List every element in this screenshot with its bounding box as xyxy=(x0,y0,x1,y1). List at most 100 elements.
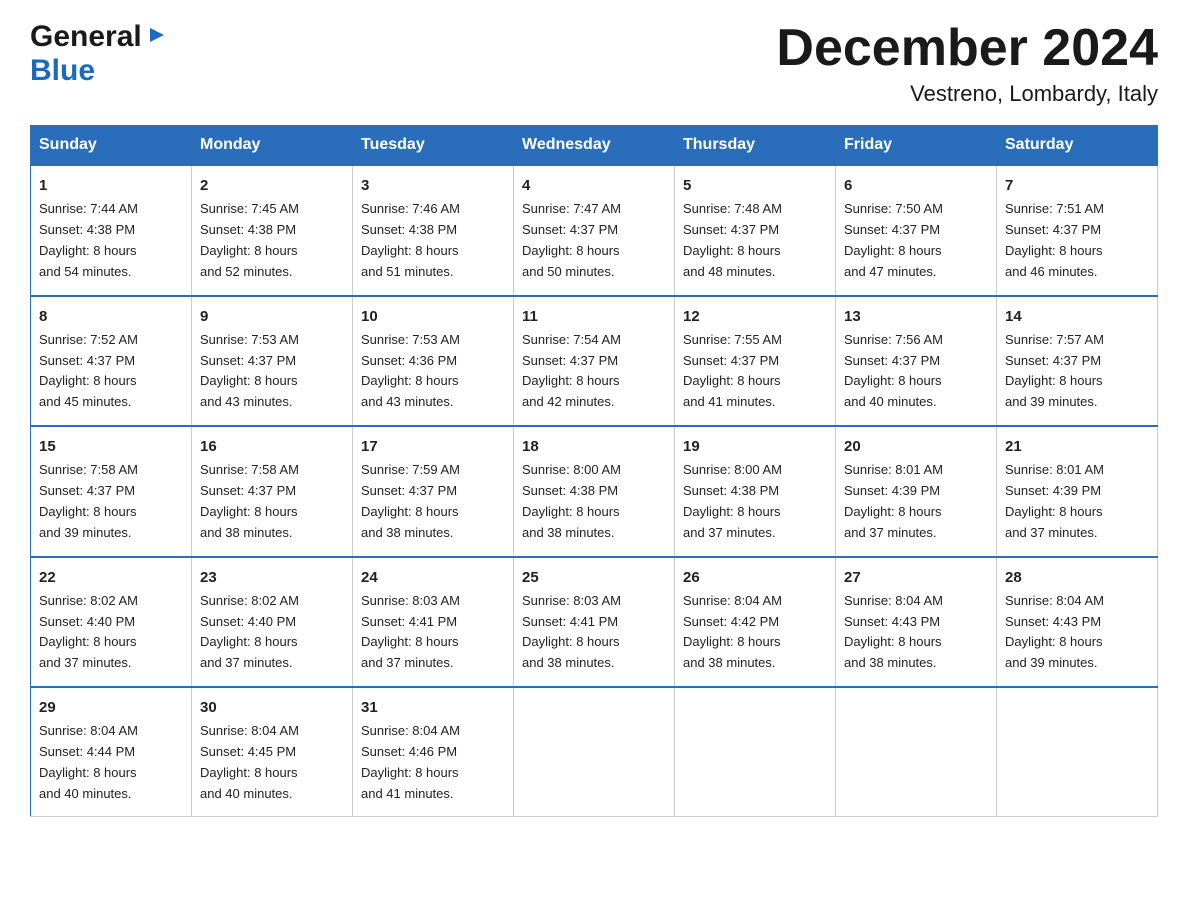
day-info: Sunrise: 8:03 AM Sunset: 4:41 PM Dayligh… xyxy=(361,591,505,674)
table-row: 5 Sunrise: 7:48 AM Sunset: 4:37 PM Dayli… xyxy=(675,165,836,295)
day-info: Sunrise: 7:53 AM Sunset: 4:36 PM Dayligh… xyxy=(361,330,505,413)
day-info: Sunrise: 7:57 AM Sunset: 4:37 PM Dayligh… xyxy=(1005,330,1149,413)
day-number: 10 xyxy=(361,305,505,328)
day-number: 17 xyxy=(361,435,505,458)
table-row: 22 Sunrise: 8:02 AM Sunset: 4:40 PM Dayl… xyxy=(31,557,192,687)
day-info: Sunrise: 8:00 AM Sunset: 4:38 PM Dayligh… xyxy=(522,460,666,543)
day-number: 13 xyxy=(844,305,988,328)
day-info: Sunrise: 7:47 AM Sunset: 4:37 PM Dayligh… xyxy=(522,199,666,282)
day-number: 25 xyxy=(522,566,666,589)
col-monday: Monday xyxy=(192,126,353,166)
day-number: 16 xyxy=(200,435,344,458)
day-number: 23 xyxy=(200,566,344,589)
table-row: 27 Sunrise: 8:04 AM Sunset: 4:43 PM Dayl… xyxy=(836,557,997,687)
day-number: 2 xyxy=(200,174,344,197)
day-number: 9 xyxy=(200,305,344,328)
table-row: 31 Sunrise: 8:04 AM Sunset: 4:46 PM Dayl… xyxy=(353,687,514,817)
day-info: Sunrise: 7:59 AM Sunset: 4:37 PM Dayligh… xyxy=(361,460,505,543)
day-number: 28 xyxy=(1005,566,1149,589)
table-row: 2 Sunrise: 7:45 AM Sunset: 4:38 PM Dayli… xyxy=(192,165,353,295)
day-info: Sunrise: 8:04 AM Sunset: 4:43 PM Dayligh… xyxy=(1005,591,1149,674)
day-number: 14 xyxy=(1005,305,1149,328)
table-row: 15 Sunrise: 7:58 AM Sunset: 4:37 PM Dayl… xyxy=(31,426,192,556)
day-number: 26 xyxy=(683,566,827,589)
day-info: Sunrise: 7:55 AM Sunset: 4:37 PM Dayligh… xyxy=(683,330,827,413)
title-block: December 2024 Vestreno, Lombardy, Italy xyxy=(776,20,1158,107)
table-row xyxy=(836,687,997,817)
table-row: 26 Sunrise: 8:04 AM Sunset: 4:42 PM Dayl… xyxy=(675,557,836,687)
table-row: 28 Sunrise: 8:04 AM Sunset: 4:43 PM Dayl… xyxy=(997,557,1158,687)
table-row: 12 Sunrise: 7:55 AM Sunset: 4:37 PM Dayl… xyxy=(675,296,836,426)
day-info: Sunrise: 8:04 AM Sunset: 4:45 PM Dayligh… xyxy=(200,721,344,804)
calendar-week-row: 1 Sunrise: 7:44 AM Sunset: 4:38 PM Dayli… xyxy=(31,165,1158,295)
table-row: 23 Sunrise: 8:02 AM Sunset: 4:40 PM Dayl… xyxy=(192,557,353,687)
table-row: 9 Sunrise: 7:53 AM Sunset: 4:37 PM Dayli… xyxy=(192,296,353,426)
day-info: Sunrise: 8:04 AM Sunset: 4:42 PM Dayligh… xyxy=(683,591,827,674)
calendar-week-row: 29 Sunrise: 8:04 AM Sunset: 4:44 PM Dayl… xyxy=(31,687,1158,817)
day-number: 8 xyxy=(39,305,183,328)
table-row: 17 Sunrise: 7:59 AM Sunset: 4:37 PM Dayl… xyxy=(353,426,514,556)
day-info: Sunrise: 8:02 AM Sunset: 4:40 PM Dayligh… xyxy=(39,591,183,674)
table-row: 24 Sunrise: 8:03 AM Sunset: 4:41 PM Dayl… xyxy=(353,557,514,687)
table-row: 13 Sunrise: 7:56 AM Sunset: 4:37 PM Dayl… xyxy=(836,296,997,426)
col-wednesday: Wednesday xyxy=(514,126,675,166)
col-tuesday: Tuesday xyxy=(353,126,514,166)
day-number: 1 xyxy=(39,174,183,197)
day-number: 24 xyxy=(361,566,505,589)
col-friday: Friday xyxy=(836,126,997,166)
day-number: 5 xyxy=(683,174,827,197)
day-info: Sunrise: 7:58 AM Sunset: 4:37 PM Dayligh… xyxy=(39,460,183,543)
day-number: 12 xyxy=(683,305,827,328)
table-row: 16 Sunrise: 7:58 AM Sunset: 4:37 PM Dayl… xyxy=(192,426,353,556)
day-info: Sunrise: 7:50 AM Sunset: 4:37 PM Dayligh… xyxy=(844,199,988,282)
day-number: 19 xyxy=(683,435,827,458)
day-info: Sunrise: 7:44 AM Sunset: 4:38 PM Dayligh… xyxy=(39,199,183,282)
table-row: 20 Sunrise: 8:01 AM Sunset: 4:39 PM Dayl… xyxy=(836,426,997,556)
day-number: 11 xyxy=(522,305,666,328)
day-number: 7 xyxy=(1005,174,1149,197)
day-info: Sunrise: 7:48 AM Sunset: 4:37 PM Dayligh… xyxy=(683,199,827,282)
day-number: 21 xyxy=(1005,435,1149,458)
col-saturday: Saturday xyxy=(997,126,1158,166)
table-row: 4 Sunrise: 7:47 AM Sunset: 4:37 PM Dayli… xyxy=(514,165,675,295)
calendar-week-row: 15 Sunrise: 7:58 AM Sunset: 4:37 PM Dayl… xyxy=(31,426,1158,556)
logo: General Blue xyxy=(30,20,168,92)
day-info: Sunrise: 7:52 AM Sunset: 4:37 PM Dayligh… xyxy=(39,330,183,413)
table-row: 21 Sunrise: 8:01 AM Sunset: 4:39 PM Dayl… xyxy=(997,426,1158,556)
day-info: Sunrise: 8:04 AM Sunset: 4:44 PM Dayligh… xyxy=(39,721,183,804)
table-row: 29 Sunrise: 8:04 AM Sunset: 4:44 PM Dayl… xyxy=(31,687,192,817)
day-number: 4 xyxy=(522,174,666,197)
day-number: 31 xyxy=(361,696,505,719)
table-row: 7 Sunrise: 7:51 AM Sunset: 4:37 PM Dayli… xyxy=(997,165,1158,295)
day-info: Sunrise: 7:45 AM Sunset: 4:38 PM Dayligh… xyxy=(200,199,344,282)
day-info: Sunrise: 7:53 AM Sunset: 4:37 PM Dayligh… xyxy=(200,330,344,413)
day-info: Sunrise: 8:00 AM Sunset: 4:38 PM Dayligh… xyxy=(683,460,827,543)
table-row: 25 Sunrise: 8:03 AM Sunset: 4:41 PM Dayl… xyxy=(514,557,675,687)
table-row: 10 Sunrise: 7:53 AM Sunset: 4:36 PM Dayl… xyxy=(353,296,514,426)
logo-arrow-icon xyxy=(146,24,168,51)
table-row: 19 Sunrise: 8:00 AM Sunset: 4:38 PM Dayl… xyxy=(675,426,836,556)
table-row: 18 Sunrise: 8:00 AM Sunset: 4:38 PM Dayl… xyxy=(514,426,675,556)
table-row: 14 Sunrise: 7:57 AM Sunset: 4:37 PM Dayl… xyxy=(997,296,1158,426)
page-header: General Blue December 2024 Vestreno, Lom… xyxy=(30,20,1158,107)
page-subtitle: Vestreno, Lombardy, Italy xyxy=(776,81,1158,107)
day-number: 22 xyxy=(39,566,183,589)
calendar-week-row: 8 Sunrise: 7:52 AM Sunset: 4:37 PM Dayli… xyxy=(31,296,1158,426)
day-info: Sunrise: 8:04 AM Sunset: 4:43 PM Dayligh… xyxy=(844,591,988,674)
table-row: 1 Sunrise: 7:44 AM Sunset: 4:38 PM Dayli… xyxy=(31,165,192,295)
day-number: 15 xyxy=(39,435,183,458)
day-info: Sunrise: 7:51 AM Sunset: 4:37 PM Dayligh… xyxy=(1005,199,1149,282)
day-info: Sunrise: 8:03 AM Sunset: 4:41 PM Dayligh… xyxy=(522,591,666,674)
calendar-header-row: Sunday Monday Tuesday Wednesday Thursday… xyxy=(31,126,1158,166)
day-info: Sunrise: 7:46 AM Sunset: 4:38 PM Dayligh… xyxy=(361,199,505,282)
day-number: 3 xyxy=(361,174,505,197)
table-row: 11 Sunrise: 7:54 AM Sunset: 4:37 PM Dayl… xyxy=(514,296,675,426)
day-info: Sunrise: 7:56 AM Sunset: 4:37 PM Dayligh… xyxy=(844,330,988,413)
day-number: 20 xyxy=(844,435,988,458)
table-row: 3 Sunrise: 7:46 AM Sunset: 4:38 PM Dayli… xyxy=(353,165,514,295)
day-info: Sunrise: 8:02 AM Sunset: 4:40 PM Dayligh… xyxy=(200,591,344,674)
day-info: Sunrise: 7:58 AM Sunset: 4:37 PM Dayligh… xyxy=(200,460,344,543)
day-info: Sunrise: 7:54 AM Sunset: 4:37 PM Dayligh… xyxy=(522,330,666,413)
day-number: 18 xyxy=(522,435,666,458)
table-row: 6 Sunrise: 7:50 AM Sunset: 4:37 PM Dayli… xyxy=(836,165,997,295)
